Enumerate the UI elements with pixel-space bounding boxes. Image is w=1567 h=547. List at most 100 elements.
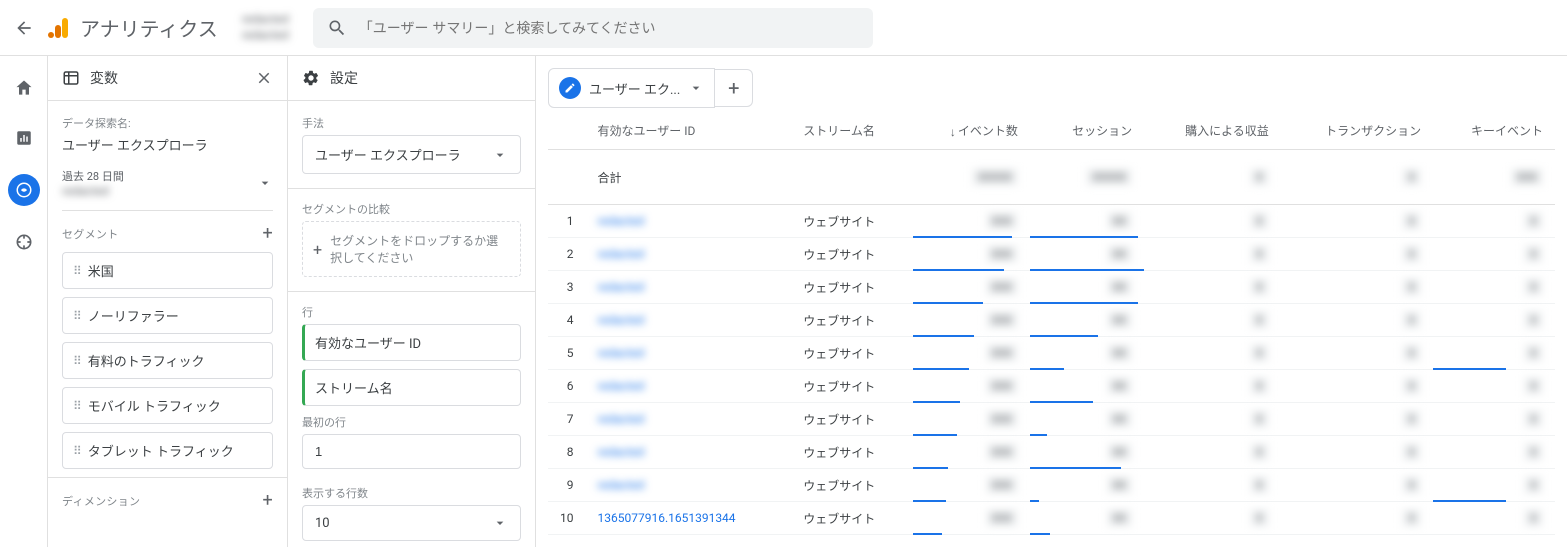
table-row[interactable]: 2redactedウェブサイト00000000 <box>548 238 1555 271</box>
segment-drop-target[interactable]: + セグメントをドロップするか選択してください <box>302 221 521 277</box>
analytics-logo-icon <box>48 16 72 40</box>
table-row[interactable]: 9redactedウェブサイト00000000 <box>548 469 1555 502</box>
row-index: 9 <box>548 469 586 502</box>
cell-stream: ウェブサイト <box>791 502 913 535</box>
rows-shown-label: 表示する行数 <box>302 485 521 501</box>
col-transactions[interactable]: トランザクション <box>1281 112 1433 150</box>
cell-user-id[interactable]: redacted <box>586 403 792 436</box>
table-row[interactable]: 3redactedウェブサイト00000000 <box>548 271 1555 304</box>
table-total-row: 合計 00000 00000 0 0 000 <box>548 150 1555 205</box>
add-dimension-button[interactable]: + <box>262 490 273 511</box>
col-events[interactable]: ↓イベント数 <box>913 112 1030 150</box>
cell-key-events: 0 <box>1433 271 1555 304</box>
technique-label: 手法 <box>302 115 521 131</box>
cell-user-id[interactable]: redacted <box>586 238 792 271</box>
search-bar[interactable] <box>313 8 873 48</box>
col-sessions[interactable]: セッション <box>1030 112 1144 150</box>
table-row[interactable]: 4redactedウェブサイト00000000 <box>548 304 1555 337</box>
cell-transactions: 0 <box>1281 436 1433 469</box>
row-index: 3 <box>548 271 586 304</box>
technique-select[interactable]: ユーザー エクスプローラ <box>302 135 521 174</box>
cell-stream: ウェブサイト <box>791 436 913 469</box>
cell-revenue: 0 <box>1144 436 1281 469</box>
cell-user-id[interactable]: redacted <box>586 205 792 238</box>
chip-label: 米国 <box>88 261 114 280</box>
cell-user-id[interactable]: 1365077916.1651391344 <box>586 502 792 535</box>
cell-events: 000 <box>913 502 1030 535</box>
cell-events: 000 <box>913 469 1030 502</box>
cell-events: 000 <box>913 403 1030 436</box>
row-dimension-chip[interactable]: 有効なユーザー ID <box>302 324 521 361</box>
product-logo: アナリティクス <box>48 13 218 42</box>
nav-explore[interactable] <box>8 174 40 206</box>
cell-stream: ウェブサイト <box>791 403 913 436</box>
chip-label: タブレット トラフィック <box>88 441 234 460</box>
product-name: アナリティクス <box>80 13 218 42</box>
date-range-value: redacted <box>62 184 124 198</box>
segment-chip[interactable]: ⠿ノーリファラー <box>62 297 273 334</box>
cell-revenue: 0 <box>1144 238 1281 271</box>
cell-user-id[interactable]: redacted <box>586 370 792 403</box>
segment-chip[interactable]: ⠿米国 <box>62 252 273 289</box>
cell-events: 000 <box>913 337 1030 370</box>
cell-events: 000 <box>913 271 1030 304</box>
variables-title: 変数 <box>90 68 118 88</box>
nav-reports[interactable] <box>10 124 38 152</box>
table-row[interactable]: 101365077916.1651391344ウェブサイト00000000 <box>548 502 1555 535</box>
cell-stream: ウェブサイト <box>791 205 913 238</box>
cell-sessions: 00 <box>1030 238 1144 271</box>
cell-user-id[interactable]: redacted <box>586 304 792 337</box>
gear-icon <box>302 69 320 87</box>
cell-transactions: 0 <box>1281 205 1433 238</box>
rows-shown-select[interactable]: 10 <box>302 505 521 541</box>
cell-user-id[interactable]: redacted <box>586 271 792 304</box>
exploration-name-label: データ探索名: <box>62 115 273 131</box>
date-range-selector[interactable]: 過去 28 日間 redacted <box>62 168 273 211</box>
target-icon <box>14 232 34 252</box>
row-dimension-chip[interactable]: ストリーム名 <box>302 369 521 406</box>
back-button[interactable] <box>12 16 36 40</box>
cell-stream: ウェブサイト <box>791 370 913 403</box>
segment-chip[interactable]: ⠿有料のトラフィック <box>62 342 273 379</box>
edit-tab-icon[interactable] <box>559 77 581 99</box>
table-row[interactable]: 7redactedウェブサイト00000000 <box>548 403 1555 436</box>
col-user-id[interactable]: 有効なユーザー ID <box>586 112 792 150</box>
nav-advertising[interactable] <box>10 228 38 256</box>
tab-user-explorer[interactable]: ユーザー エク... <box>548 68 715 108</box>
cell-user-id[interactable]: redacted <box>586 337 792 370</box>
cell-stream: ウェブサイト <box>791 238 913 271</box>
property-selector[interactable]: redacted redacted <box>242 12 289 43</box>
exploration-name[interactable]: ユーザー エクスプローラ <box>62 135 273 154</box>
row-index: 4 <box>548 304 586 337</box>
first-row-input[interactable] <box>302 434 521 469</box>
cell-events: 000 <box>913 304 1030 337</box>
col-key-events[interactable]: キーイベント <box>1433 112 1555 150</box>
app-header: アナリティクス redacted redacted <box>0 0 1567 56</box>
segment-compare-label: セグメントの比較 <box>302 201 521 217</box>
col-revenue[interactable]: 購入による収益 <box>1144 112 1281 150</box>
cell-sessions: 00 <box>1030 370 1144 403</box>
add-segment-button[interactable]: + <box>262 223 273 244</box>
cell-transactions: 0 <box>1281 403 1433 436</box>
nav-home[interactable] <box>10 74 38 102</box>
search-icon <box>327 18 347 38</box>
row-index: 2 <box>548 238 586 271</box>
cell-user-id[interactable]: redacted <box>586 436 792 469</box>
cell-user-id[interactable]: redacted <box>586 469 792 502</box>
tab-label: ユーザー エク... <box>589 79 680 98</box>
cell-sessions: 00 <box>1030 205 1144 238</box>
table-row[interactable]: 8redactedウェブサイト00000000 <box>548 436 1555 469</box>
cell-events: 000 <box>913 370 1030 403</box>
col-stream[interactable]: ストリーム名 <box>791 112 913 150</box>
table-row[interactable]: 5redactedウェブサイト00000000 <box>548 337 1555 370</box>
drag-handle-icon: ⠿ <box>73 354 80 368</box>
add-tab-button[interactable]: + <box>715 69 753 107</box>
close-icon[interactable] <box>255 69 273 87</box>
table-row[interactable]: 6redactedウェブサイト00000000 <box>548 370 1555 403</box>
segment-chip[interactable]: ⠿タブレット トラフィック <box>62 432 273 469</box>
table-row[interactable]: 1redactedウェブサイト00000000 <box>548 205 1555 238</box>
search-input[interactable] <box>359 20 859 36</box>
cell-revenue: 0 <box>1144 502 1281 535</box>
row-index: 7 <box>548 403 586 436</box>
segment-chip[interactable]: ⠿モバイル トラフィック <box>62 387 273 424</box>
